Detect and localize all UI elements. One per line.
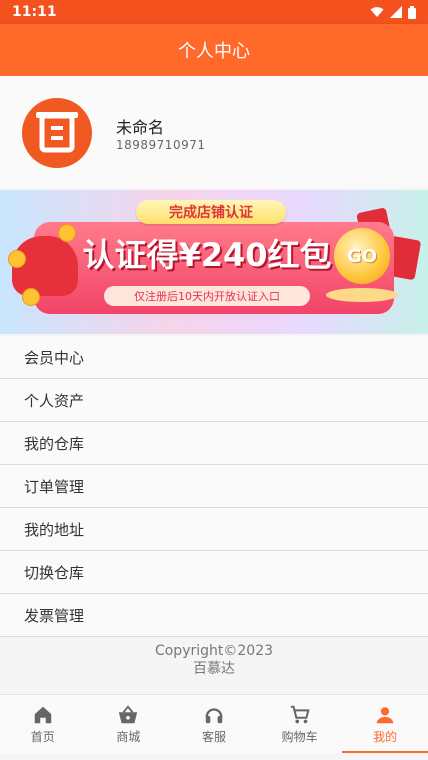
copyright-text: Copyright©2023 <box>154 643 274 659</box>
coin-icon <box>22 288 40 306</box>
menu-item-my-address[interactable]: 我的地址 <box>0 508 428 551</box>
footer-copyright: Copyright©2023 百慕达 <box>0 642 428 678</box>
menu-item-invoice-management[interactable]: 发票管理 <box>0 594 428 637</box>
tab-service[interactable]: 客服 <box>171 695 257 753</box>
menu-item-order-management[interactable]: 订单管理 <box>0 465 428 508</box>
go-pedestal <box>326 288 398 302</box>
tab-mine-label: 我的 <box>373 729 398 744</box>
headset-icon <box>205 707 223 723</box>
tab-mall[interactable]: 商城 <box>86 695 172 753</box>
status-time: 11:11 <box>12 4 57 20</box>
wifi-icon <box>370 7 384 17</box>
status-bar: 11:11 <box>0 0 428 24</box>
page-title: 个人中心 <box>178 41 250 62</box>
logo-icon <box>36 112 78 153</box>
tab-home[interactable]: 首页 <box>0 695 86 753</box>
battery-icon <box>408 5 416 19</box>
signal-icon <box>390 6 402 18</box>
banner-subline: 仅注册后10天内开放认证入口 <box>104 286 310 306</box>
cart-icon <box>290 705 310 723</box>
user-phone: 18989710971 <box>116 138 206 152</box>
company-name: 百慕达 <box>193 661 235 677</box>
banner-headline: 认证得¥240红包 <box>82 236 332 274</box>
tab-cart[interactable]: 购物车 <box>257 695 343 753</box>
avatar[interactable] <box>22 98 92 168</box>
tab-mine[interactable]: 我的 <box>342 695 428 753</box>
certification-banner[interactable]: 完成店铺认证 认证得¥240红包 仅注册后10天内开放认证入口 GO <box>0 190 428 334</box>
menu-item-my-warehouse[interactable]: 我的仓库 <box>0 422 428 465</box>
app-bar: 个人中心 <box>0 24 428 76</box>
tab-service-label: 客服 <box>201 729 226 744</box>
coin-icon <box>8 250 26 268</box>
go-button[interactable]: GO <box>334 228 390 284</box>
bottom-tab-bar: 首页 商城 客服 购物车 我的 <box>0 694 428 753</box>
menu-item-switch-warehouse[interactable]: 切换仓库 <box>0 551 428 594</box>
tab-home-label: 首页 <box>30 729 55 744</box>
status-icons <box>370 5 416 19</box>
user-name: 未命名 <box>116 118 165 137</box>
tab-cart-label: 购物车 <box>281 729 318 744</box>
banner-top-label: 完成店铺认证 <box>136 200 286 224</box>
person-icon <box>376 706 394 723</box>
menu-item-member-center[interactable]: 会员中心 <box>0 336 428 379</box>
basket-icon <box>119 704 138 723</box>
coin-icon <box>58 224 76 242</box>
menu-list: 会员中心 个人资产 我的仓库 订单管理 我的地址 切换仓库 发票管理 <box>0 336 428 637</box>
menu-item-personal-assets[interactable]: 个人资产 <box>0 379 428 422</box>
tab-mall-label: 商城 <box>116 729 141 744</box>
home-icon <box>34 706 52 723</box>
profile-card[interactable]: 未命名 18989710971 <box>0 76 428 188</box>
